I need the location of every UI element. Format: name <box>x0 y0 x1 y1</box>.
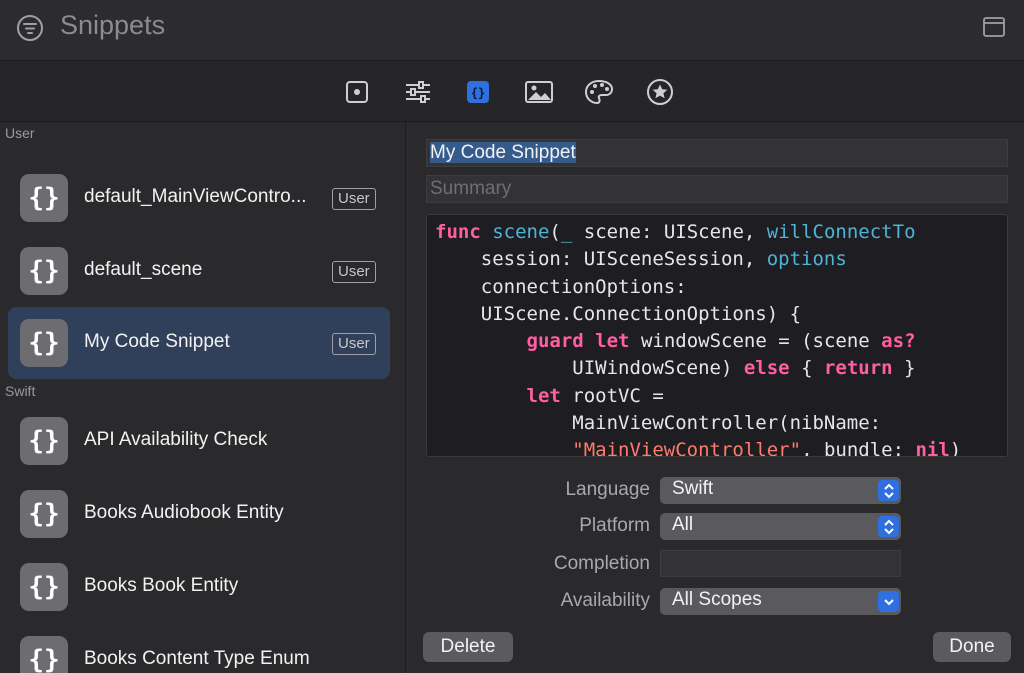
availability-value: All Scopes <box>672 589 762 610</box>
language-label: Language <box>565 479 650 500</box>
snippet-name: default_scene <box>84 259 203 280</box>
code-line: connectionOptions: <box>435 275 687 298</box>
chevron-down-icon <box>878 591 899 612</box>
snippet-row[interactable]: {} Books Book Entity <box>8 551 390 623</box>
section-header-swift: Swift <box>5 383 36 399</box>
code-snippet-icon: {} <box>20 490 68 538</box>
window-layout-icon[interactable] <box>982 15 1006 39</box>
code-line: UIWindowScene) else { return } <box>435 357 916 380</box>
snippet-row-selected[interactable]: {} My Code Snippet User <box>8 307 390 379</box>
code-snippet-icon: {} <box>20 174 68 222</box>
language-value: Swift <box>672 478 714 499</box>
code-line: let rootVC = <box>526 384 664 407</box>
sliders-icon[interactable] <box>403 77 433 107</box>
snippet-row[interactable]: {} default_MainViewContro... User <box>8 162 390 234</box>
snippet-name: Books Book Entity <box>84 575 239 596</box>
snippet-row[interactable]: {} default_scene User <box>8 235 390 307</box>
svg-text:{}: {} <box>471 86 485 100</box>
star-icon[interactable] <box>645 77 675 107</box>
snippet-name: Books Content Type Enum <box>84 648 310 669</box>
delete-button[interactable]: Delete <box>423 632 513 662</box>
code-snippet-icon: {} <box>20 247 68 295</box>
code-line: "MainViewController", bundle: nil) <box>572 439 962 457</box>
color-palette-icon[interactable] <box>584 77 614 107</box>
filter-icon[interactable] <box>16 14 44 42</box>
code-line: MainViewController(nibName: <box>435 412 882 435</box>
code-editor[interactable]: func scene(_ scene: UIScene, willConnect… <box>426 214 1008 457</box>
code-snippet-icon: {} <box>20 417 68 465</box>
user-badge: User <box>332 188 376 210</box>
file-inspector-icon[interactable] <box>342 77 372 107</box>
library-toolbar: {} <box>0 61 1024 122</box>
code-line: UIScene.ConnectionOptions) { <box>435 302 802 325</box>
code-line: guard let windowScene = (scene as? <box>526 330 916 353</box>
snippet-name: default_MainViewContro... <box>84 186 307 207</box>
snippet-title-text: My Code Snippet <box>430 142 576 163</box>
code-snippet-icon[interactable]: {} <box>463 77 493 107</box>
platform-popup[interactable]: All <box>660 513 901 540</box>
summary-field[interactable]: Summary <box>426 175 1008 203</box>
title-bar: Snippets <box>0 0 1024 61</box>
snippet-row[interactable]: {} API Availability Check <box>8 405 390 477</box>
availability-popup[interactable]: All Scopes <box>660 588 901 615</box>
availability-label: Availability <box>560 590 650 611</box>
platform-label: Platform <box>579 515 650 536</box>
done-button[interactable]: Done <box>933 632 1011 662</box>
snippet-title-field[interactable]: My Code Snippet <box>426 139 1008 167</box>
snippet-list: User {} default_MainViewContro... User {… <box>0 122 406 673</box>
code-line: session: UISceneSession, options <box>435 248 847 271</box>
completion-field[interactable] <box>660 550 901 577</box>
up-down-chevron-icon <box>878 516 899 537</box>
snippet-name: API Availability Check <box>84 429 268 450</box>
user-badge: User <box>332 261 376 283</box>
section-header-user: User <box>5 125 35 141</box>
snippet-row[interactable]: {} Books Content Type Enum <box>8 624 390 673</box>
snippet-detail: My Code Snippet Summary func scene(_ sce… <box>406 122 1024 673</box>
snippet-name: Books Audiobook Entity <box>84 502 284 523</box>
code-line: func scene(_ scene: UIScene, willConnect… <box>435 221 916 243</box>
user-badge: User <box>332 333 376 355</box>
code-snippet-icon: {} <box>20 319 68 367</box>
code-snippet-icon: {} <box>20 636 68 673</box>
platform-value: All <box>672 514 694 535</box>
snippet-name: My Code Snippet <box>84 331 230 352</box>
window-title: Snippets <box>60 10 166 40</box>
code-snippet-icon: {} <box>20 563 68 611</box>
completion-label: Completion <box>553 553 650 574</box>
language-popup[interactable]: Swift <box>660 477 901 504</box>
up-down-chevron-icon <box>878 480 899 501</box>
media-icon[interactable] <box>524 77 554 107</box>
snippet-row[interactable]: {} Books Audiobook Entity <box>8 478 390 550</box>
